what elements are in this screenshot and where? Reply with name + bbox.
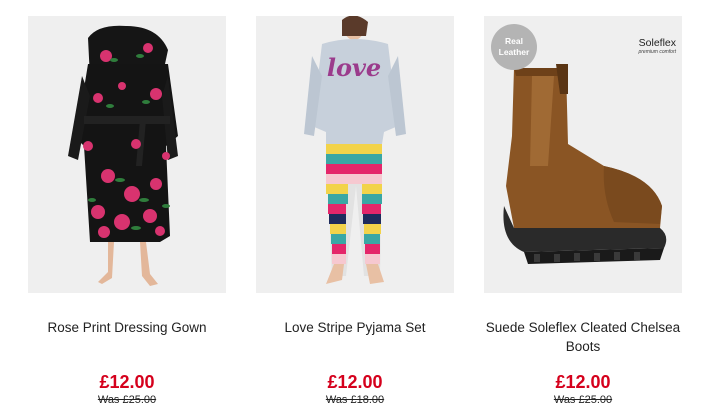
product-card[interactable]: Real Leather Soleflex premium comfort Su… [484, 16, 682, 406]
pyjama-set-image: love [304, 16, 406, 284]
product-was-price: Was £25.00 [553, 394, 613, 406]
product-name[interactable]: Rose Print Dressing Gown [18, 318, 236, 337]
product-price: £12.00 [99, 372, 155, 392]
soleflex-logo: Soleflex premium comfort [638, 37, 676, 56]
product-price: £12.00 [327, 372, 383, 392]
product-image[interactable] [28, 16, 226, 293]
product-name[interactable]: Love Stripe Pyjama Set [246, 318, 464, 337]
dressing-gown-image [68, 25, 178, 286]
product-price: £12.00 [555, 372, 611, 392]
product-card[interactable]: Rose Print Dressing Gown £12.00 Was £25.… [28, 16, 226, 406]
product-card[interactable]: love Love Stripe Pyjama Set £12.00 Was £… [256, 16, 454, 406]
love-print-text: love [327, 53, 381, 82]
product-was-price: Was £25.00 [97, 394, 157, 406]
real-leather-badge: Real Leather [491, 24, 537, 70]
product-name[interactable]: Suede Soleflex Cleated Chelsea Boots [474, 318, 692, 356]
product-image[interactable]: love [256, 16, 454, 293]
product-was-price: Was £18.00 [325, 394, 385, 406]
product-image[interactable]: Real Leather Soleflex premium comfort [484, 16, 682, 293]
